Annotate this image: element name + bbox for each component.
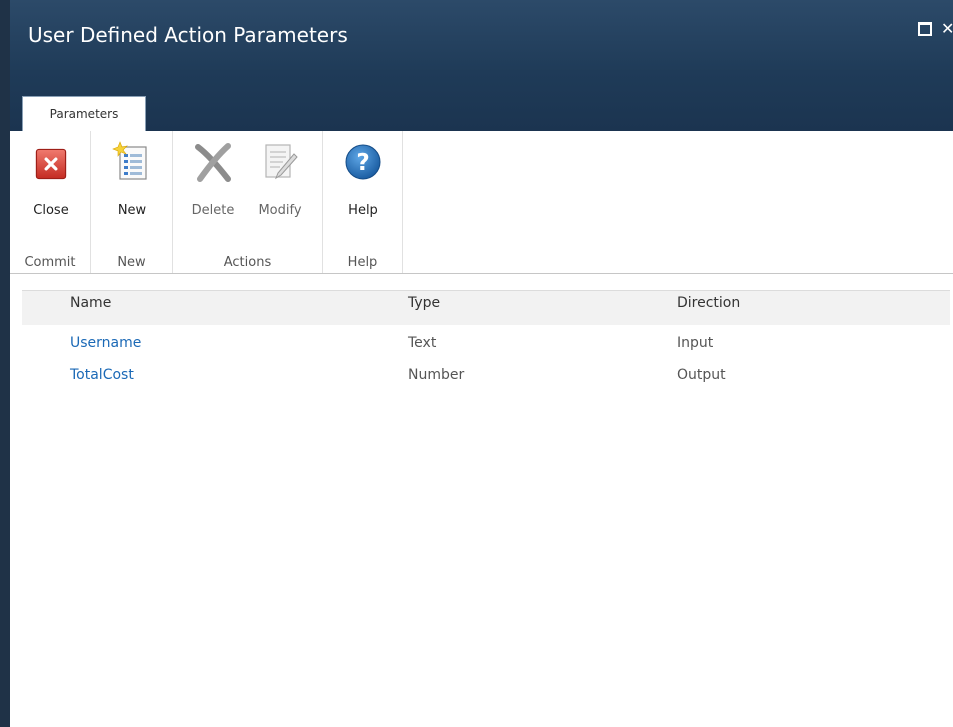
help-button-label: Help xyxy=(348,203,378,218)
dialog: User Defined Action Parameters ✕ Paramet… xyxy=(10,0,953,727)
modify-button[interactable]: Modify xyxy=(251,131,309,231)
modify-pencil-icon xyxy=(265,144,298,180)
svg-text:?: ? xyxy=(356,150,369,176)
parameter-direction: Input xyxy=(677,335,714,351)
window-controls: ✕ xyxy=(918,21,953,37)
parameters-grid: Name Type Direction Username Text Input … xyxy=(22,290,950,391)
delete-x-icon xyxy=(195,143,231,182)
ribbon-group-actions: Delete Modify Actions xyxy=(173,131,323,273)
new-button-label: New xyxy=(117,203,147,218)
close-icon[interactable]: ✕ xyxy=(941,21,953,37)
ribbon-group-new: New New xyxy=(91,131,173,273)
ribbon-group-help: ? Help Help xyxy=(323,131,403,273)
new-list-icon xyxy=(112,141,147,180)
window-left-edge xyxy=(0,0,10,727)
help-question-icon: ? xyxy=(345,144,381,180)
table-row[interactable]: Username Text Input xyxy=(22,325,950,359)
ribbon-group-label-commit: Commit xyxy=(24,255,76,270)
tab-parameters[interactable]: Parameters xyxy=(22,96,146,131)
tab-parameters-label: Parameters xyxy=(49,107,119,121)
modify-button-label: Modify xyxy=(258,203,302,218)
help-button[interactable]: ? Help xyxy=(334,131,392,231)
grid-header: Name Type Direction xyxy=(22,290,950,325)
parameter-direction: Output xyxy=(677,367,726,383)
ribbon-group-commit: Close Commit xyxy=(10,131,91,273)
maximize-icon[interactable] xyxy=(918,22,932,36)
dialog-titlebar: User Defined Action Parameters ✕ Paramet… xyxy=(10,0,953,131)
ribbon-group-label-actions: Actions xyxy=(223,255,272,270)
ribbon-group-label-help: Help xyxy=(347,255,378,270)
column-header-name[interactable]: Name xyxy=(70,295,111,311)
delete-button-label: Delete xyxy=(191,203,235,218)
dialog-title: User Defined Action Parameters xyxy=(28,23,348,47)
close-button[interactable]: Close xyxy=(22,131,80,231)
delete-button[interactable]: Delete xyxy=(184,131,242,231)
new-button[interactable]: New xyxy=(103,131,161,231)
close-button-label: Close xyxy=(33,203,69,218)
column-header-direction[interactable]: Direction xyxy=(677,295,740,311)
parameter-name-link[interactable]: Username xyxy=(70,335,141,351)
parameter-type: Number xyxy=(408,367,465,383)
ribbon: Close Commit New New Delete Modify Actio… xyxy=(10,131,953,274)
parameter-type: Text xyxy=(408,335,437,351)
ribbon-group-label-new: New xyxy=(117,255,146,270)
column-header-type[interactable]: Type xyxy=(408,295,440,311)
close-red-x-icon xyxy=(35,148,67,180)
table-row[interactable]: TotalCost Number Output xyxy=(22,357,950,391)
parameter-name-link[interactable]: TotalCost xyxy=(70,367,134,383)
